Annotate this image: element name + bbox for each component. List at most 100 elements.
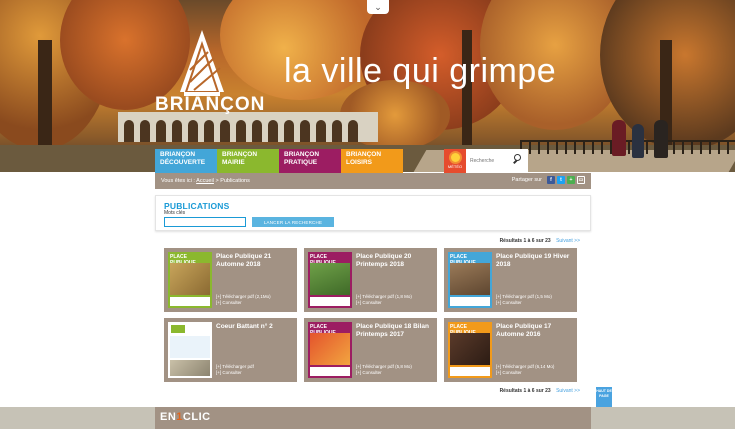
person bbox=[612, 120, 626, 156]
publication-title[interactable]: Place Publique 20 Printemps 2018 bbox=[356, 253, 434, 269]
cover-header: PLACE PUBLIQUE bbox=[450, 324, 476, 336]
nav-item-pratique[interactable]: BRIANÇON PRATIQUE bbox=[279, 149, 341, 173]
publication-links: [+] Télécharger pdf (6,14 Mo) [+] Consul… bbox=[496, 364, 554, 376]
publication-links: [+] Télécharger pdf (2,1Mo) [+] Consulte… bbox=[216, 294, 271, 306]
publication-links: [+] Télécharger pdf (5,8 Mo) [+] Consult… bbox=[356, 364, 412, 376]
hero-banner: BRIANÇON la ville qui grimpe ⌄ bbox=[0, 0, 735, 172]
publication-title[interactable]: Place Publique 21 Automne 2018 bbox=[216, 253, 294, 269]
back-to-top-button[interactable]: HAUT DE PAGE bbox=[596, 387, 612, 407]
breadcrumb: Vous êtes ici : Accueil > Publications P… bbox=[155, 173, 591, 189]
publication-links: [+] Télécharger pdf (1,8 Mo) [+] Consult… bbox=[356, 294, 412, 306]
publication-card[interactable]: PLACE PUBLIQUE Place Publique 20 Printem… bbox=[304, 248, 437, 312]
cover-footer bbox=[310, 297, 350, 306]
viaduct-arch bbox=[172, 120, 182, 142]
consult-link[interactable]: [+] Consulter bbox=[356, 370, 412, 376]
footer-center bbox=[155, 407, 591, 429]
sun-icon bbox=[450, 153, 460, 162]
nav-item-decouverte[interactable]: BRIANÇON DÉCOUVERTE bbox=[155, 149, 217, 173]
cover-footer bbox=[310, 367, 350, 376]
cover-footer bbox=[450, 367, 490, 376]
person bbox=[632, 124, 644, 158]
viaduct-arch bbox=[156, 120, 166, 142]
print-icon[interactable]: ▭ bbox=[577, 176, 585, 184]
keywords-input[interactable] bbox=[164, 217, 246, 227]
twitter-icon[interactable]: t bbox=[557, 176, 565, 184]
cover-photo bbox=[310, 333, 350, 365]
publication-card[interactable]: PLACE PUBLIQUE Place Publique 21 Automne… bbox=[164, 248, 297, 312]
publication-title[interactable]: Place Publique 18 Bilan Printemps 2017 bbox=[356, 323, 434, 339]
cover-photo bbox=[450, 263, 490, 295]
launch-search-button[interactable]: LANCER LA RECHERCHE bbox=[252, 217, 334, 227]
publication-title[interactable]: Place Publique 17 Automne 2016 bbox=[496, 323, 574, 339]
cover-photo bbox=[310, 263, 350, 295]
consult-link[interactable]: [+] Consulter bbox=[496, 370, 554, 376]
cover-header: PLACE PUBLIQUE bbox=[170, 254, 196, 266]
breadcrumb-separator: > bbox=[215, 178, 219, 184]
next-page-link[interactable]: Suivant >> bbox=[556, 388, 580, 394]
breadcrumb-home-link[interactable]: Accueil bbox=[196, 178, 214, 184]
publication-card[interactable]: PLACE PUBLIQUE Place Publique 19 Hiver 2… bbox=[444, 248, 577, 312]
publication-cover[interactable] bbox=[168, 322, 212, 378]
main-nav: BRIANÇON DÉCOUVERTE BRIANÇON MAIRIE BRIA… bbox=[155, 149, 403, 173]
publication-cover[interactable]: PLACE PUBLIQUE bbox=[448, 322, 492, 378]
viaduct-arch bbox=[188, 120, 198, 142]
meteo-button[interactable]: MÉTÉO bbox=[444, 149, 466, 173]
viaduct-arch bbox=[124, 120, 134, 142]
publication-cover[interactable]: PLACE PUBLIQUE bbox=[308, 322, 352, 378]
viaduct-arch bbox=[300, 120, 310, 142]
cover-header: PLACE PUBLIQUE bbox=[450, 254, 476, 266]
publication-card[interactable]: PLACE PUBLIQUE Place Publique 17 Automne… bbox=[444, 318, 577, 382]
person bbox=[654, 120, 668, 158]
publication-cover[interactable]: PLACE PUBLIQUE bbox=[448, 252, 492, 308]
fence bbox=[520, 140, 735, 154]
cover-footer bbox=[450, 297, 490, 306]
publication-links: [+] Télécharger pdf (1,5 Mo) [+] Consult… bbox=[496, 294, 552, 306]
viaduct-arch bbox=[316, 120, 326, 142]
footer-brand-b: 1 bbox=[176, 411, 183, 423]
facebook-icon[interactable]: f bbox=[547, 176, 555, 184]
publication-cover[interactable]: PLACE PUBLIQUE bbox=[308, 252, 352, 308]
publication-card[interactable]: Coeur Battant n° 2 [+] Télécharger pdf [… bbox=[164, 318, 297, 382]
consult-link[interactable]: [+] Consulter bbox=[356, 300, 412, 306]
footer-en1clic-logo[interactable]: EN1CLIC bbox=[160, 411, 211, 423]
cover-footer bbox=[170, 297, 210, 306]
cover-header: PLACE PUBLIQUE bbox=[310, 324, 336, 336]
cover-logo bbox=[171, 325, 185, 333]
viaduct-arch bbox=[348, 120, 358, 142]
chevron-down-icon[interactable]: ⌄ bbox=[367, 0, 389, 14]
nav-item-mairie[interactable]: BRIANÇON MAIRIE bbox=[217, 149, 279, 173]
breadcrumb-prefix: Vous êtes ici : bbox=[161, 178, 195, 184]
cover-photo bbox=[450, 333, 490, 365]
consult-link[interactable]: [+] Consulter bbox=[496, 300, 552, 306]
search-icon[interactable] bbox=[512, 152, 526, 168]
brand-name[interactable]: BRIANÇON bbox=[155, 94, 265, 116]
next-page-link[interactable]: Suivant >> bbox=[556, 238, 580, 244]
publication-title[interactable]: Coeur Battant n° 2 bbox=[216, 323, 294, 331]
viaduct-arch bbox=[140, 120, 150, 142]
search-panel: PUBLICATIONS Mots clés LANCER LA RECHERC… bbox=[155, 195, 591, 231]
consult-link[interactable]: [+] Consulter bbox=[216, 300, 271, 306]
cover-header: PLACE PUBLIQUE bbox=[310, 254, 336, 266]
meteo-label: MÉTÉO bbox=[447, 164, 463, 169]
results-summary-top: Résultats 1 à 6 sur 23 Suivant >> bbox=[500, 238, 580, 244]
consult-link[interactable]: [+] Consulter bbox=[216, 370, 254, 376]
viaduct-arch bbox=[284, 120, 294, 142]
footer-brand-c: CLIC bbox=[182, 411, 211, 423]
footer-brand-a: EN bbox=[160, 411, 177, 423]
share-bar: Partager sur f t + ▭ bbox=[512, 176, 585, 184]
right-margin bbox=[591, 173, 735, 429]
viaduct-arch bbox=[268, 120, 278, 142]
viaduct-arch bbox=[332, 120, 342, 142]
viaduct-arch bbox=[220, 120, 230, 142]
cover-text bbox=[170, 336, 210, 358]
results-count: Résultats 1 à 6 sur 23 bbox=[499, 238, 551, 244]
publication-title[interactable]: Place Publique 19 Hiver 2018 bbox=[496, 253, 574, 269]
results-count: Résultats 1 à 6 sur 23 bbox=[499, 388, 551, 394]
viaduct-arch bbox=[204, 120, 214, 142]
results-summary-bottom: Résultats 1 à 6 sur 23 Suivant >> bbox=[500, 388, 580, 394]
publication-card[interactable]: PLACE PUBLIQUE Place Publique 18 Bilan P… bbox=[304, 318, 437, 382]
tagline: la ville qui grimpe bbox=[284, 52, 557, 90]
nav-item-loisirs[interactable]: BRIANÇON LOISIRS bbox=[341, 149, 403, 173]
publication-cover[interactable]: PLACE PUBLIQUE bbox=[168, 252, 212, 308]
share-icon[interactable]: + bbox=[567, 176, 575, 184]
